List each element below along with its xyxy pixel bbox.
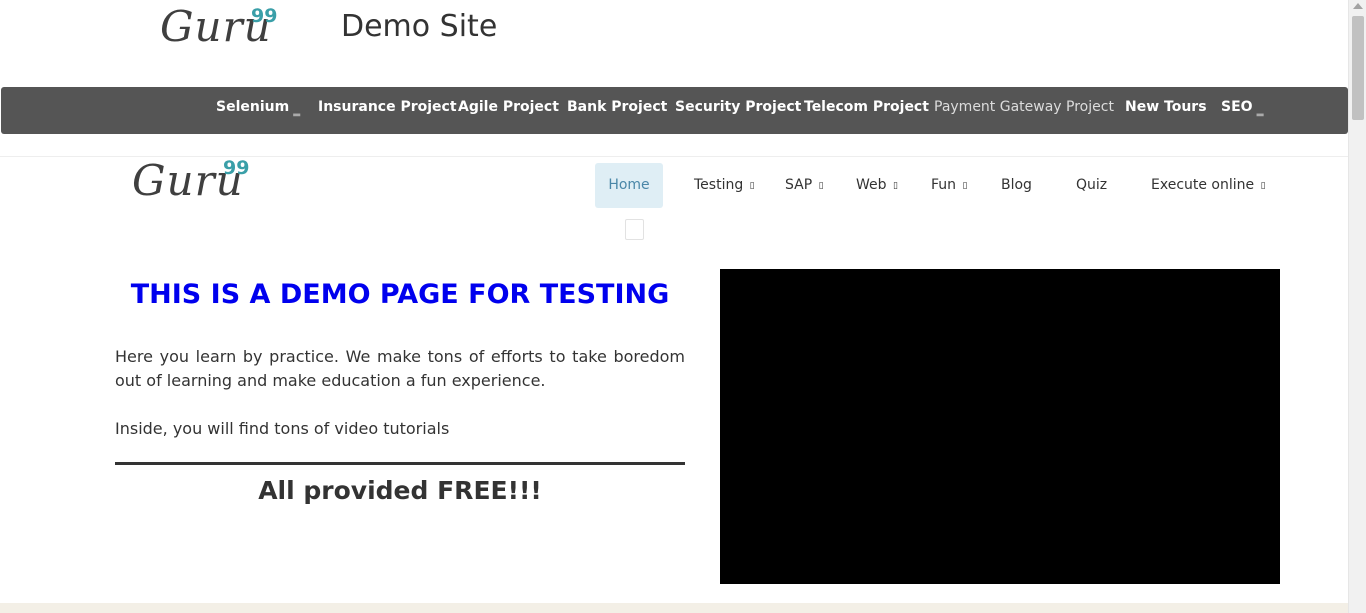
dropdown-box-icon: ▯ (892, 181, 898, 191)
nav-item-label: SEO (1221, 99, 1253, 115)
menu-item-label: Web (856, 177, 887, 193)
logo-sup: 99 (251, 5, 278, 27)
video-tutorials-paragraph: Inside, you will find tons of video tuto… (115, 419, 450, 438)
chevron-down-icon: ▂ (1256, 107, 1264, 117)
chevron-down-icon: ▂ (293, 107, 301, 117)
nav-item-payment-gateway-project[interactable]: Payment Gateway Project (934, 87, 1114, 134)
dropdown-box-icon: ▯ (818, 181, 824, 191)
nav-item-label: Agile Project (458, 99, 559, 115)
scroll-up-arrow-icon[interactable] (1353, 3, 1363, 9)
menu-item-blog[interactable]: Blog (1001, 163, 1032, 208)
nav-item-security-project[interactable]: Security Project (675, 87, 801, 134)
content-divider (115, 462, 685, 465)
nav-item-label: Insurance Project (318, 99, 457, 115)
menu-item-label: Execute online (1151, 177, 1255, 193)
nav-item-selenium[interactable]: Selenium ▂ (216, 87, 300, 134)
top-navigation-bar: Selenium ▂ Insurance Project Agile Projec… (1, 87, 1348, 134)
menu-item-web[interactable]: Web ▯ (856, 163, 898, 208)
menu-item-fun[interactable]: Fun ▯ (931, 163, 967, 208)
nav-item-seo[interactable]: SEO ▂ (1221, 87, 1263, 134)
page-headline: THIS IS A DEMO PAGE FOR TESTING (130, 279, 670, 310)
mobile-menu-toggle[interactable] (625, 219, 644, 240)
nav-item-new-tours[interactable]: New Tours (1125, 87, 1207, 134)
nav-item-insurance-project[interactable]: Insurance Project (318, 87, 457, 134)
nav-item-label: Bank Project (567, 99, 668, 115)
nav-item-bank-project[interactable]: Bank Project (567, 87, 667, 134)
menu-item-sap[interactable]: SAP ▯ (785, 163, 824, 208)
guru99-logo[interactable]: Guru 99 (160, 2, 277, 51)
menu-item-label: Testing (694, 177, 744, 193)
nav-item-label: Telecom Project (804, 99, 929, 115)
site-title: Demo Site (341, 9, 498, 44)
intro-paragraph: Here you learn by practice. We make tons… (115, 347, 685, 390)
logo-sup: 99 (223, 157, 250, 179)
nav-item-telecom-project[interactable]: Telecom Project (804, 87, 929, 134)
footer-strip (0, 603, 1348, 613)
nav-item-label: Security Project (675, 99, 802, 115)
video-player[interactable] (720, 269, 1280, 584)
nav-item-label: New Tours (1125, 99, 1207, 115)
nav-item-agile-project[interactable]: Agile Project (458, 87, 559, 134)
menu-item-home[interactable]: Home (595, 163, 663, 208)
scrollbar-thumb[interactable] (1352, 16, 1364, 120)
dropdown-box-icon: ▯ (749, 181, 755, 191)
menu-item-label: SAP (785, 177, 813, 193)
menu-item-label: Fun (931, 177, 957, 193)
vertical-scrollbar[interactable] (1348, 0, 1366, 613)
nav-item-label: Payment Gateway Project (934, 99, 1114, 115)
menu-item-execute-online[interactable]: Execute online ▯ (1151, 163, 1266, 208)
menu-item-testing[interactable]: Testing ▯ (694, 163, 755, 208)
menu-item-label: Blog (1001, 177, 1032, 193)
menu-item-label: Home (608, 177, 650, 193)
dropdown-box-icon: ▯ (962, 181, 968, 191)
menu-item-quiz[interactable]: Quiz (1076, 163, 1107, 208)
menu-item-label: Quiz (1076, 177, 1108, 193)
dropdown-box-icon: ▯ (1260, 181, 1266, 191)
free-banner-text: All provided FREE!!! (258, 476, 542, 505)
nav-item-label: Selenium (216, 99, 290, 115)
guru99-logo-secondary[interactable]: Guru 99 (132, 156, 249, 205)
